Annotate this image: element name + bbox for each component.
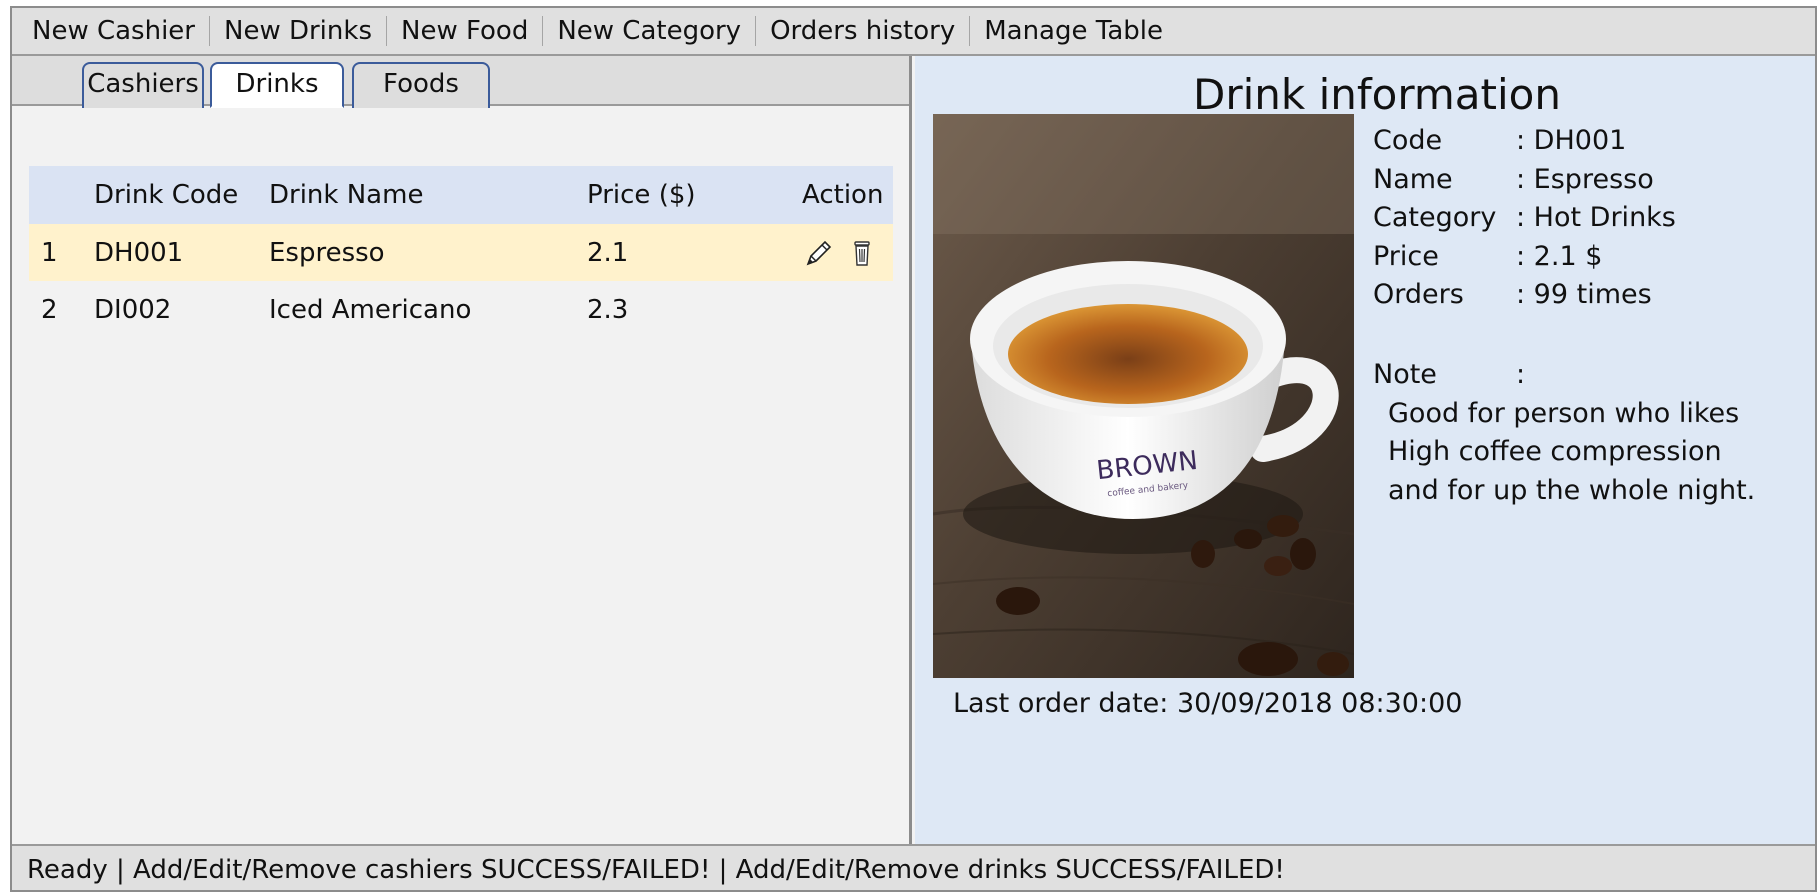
row-code: DI002 [94, 294, 172, 325]
field-label: Price [1373, 240, 1439, 272]
field-value: : DH001 [1516, 125, 1627, 156]
tab-foods[interactable]: Foods [352, 62, 490, 108]
app-window: New Cashier New Drinks New Food New Cate… [10, 6, 1817, 892]
field-value: : 99 times [1516, 279, 1652, 310]
menu-bar: New Cashier New Drinks New Food New Cate… [12, 8, 1815, 56]
field-label: Code [1373, 125, 1443, 156]
row-index: 1 [41, 237, 58, 268]
detail-panel: Drink information BROWN coffee and baker… [915, 56, 1815, 844]
note-separator: : [1516, 359, 1526, 390]
header-drink-name[interactable]: Drink Name [269, 166, 423, 224]
menu-new-drinks[interactable]: New Drinks [224, 16, 386, 46]
trash-icon[interactable] [847, 238, 877, 268]
row-price: 2.3 [587, 294, 629, 325]
row-code: DH001 [94, 237, 184, 268]
menu-orders-history[interactable]: Orders history [770, 16, 969, 46]
menu-new-category[interactable]: New Category [557, 16, 755, 46]
note-line: Good for person who likes [1388, 397, 1740, 429]
menu-new-cashier[interactable]: New Cashier [32, 16, 209, 46]
table-row[interactable]: 1 DH001 Espresso 2.1 [29, 224, 893, 281]
row-price: 2.1 [587, 237, 629, 268]
row-index: 2 [41, 294, 58, 325]
detail-title: Drink information [1193, 70, 1561, 119]
status-text: Ready | Add/Edit/Remove cashiers SUCCESS… [27, 855, 1285, 885]
header-action: Action [802, 180, 884, 210]
menu-manage-table[interactable]: Manage Table [984, 16, 1177, 46]
field-label: Name [1373, 163, 1453, 195]
header-drink-code[interactable]: Drink Code [94, 166, 238, 224]
tab-drinks[interactable]: Drinks [210, 62, 344, 108]
field-value: : Hot Drinks [1516, 202, 1676, 233]
field-label: Category [1373, 202, 1497, 233]
menu-separator [209, 16, 210, 46]
menu-new-food[interactable]: New Food [401, 16, 542, 46]
last-order-date: Last order date: 30/09/2018 08:30:00 [953, 688, 1463, 719]
note-line: High coffee compression [1388, 436, 1722, 467]
menu-separator [542, 16, 544, 46]
note-line: and for up the whole night. [1388, 474, 1756, 506]
menu-separator [969, 16, 971, 46]
field-label: Orders [1373, 279, 1464, 310]
menu-separator [755, 16, 757, 46]
table-header: Drink Code Drink Name Price ($) Action [29, 166, 893, 224]
field-value: : 2.1 $ [1516, 240, 1603, 272]
status-bar: Ready | Add/Edit/Remove cashiers SUCCESS… [12, 844, 1815, 890]
menu-separator [386, 16, 387, 46]
note-label: Note [1373, 359, 1437, 390]
drink-photo: BROWN coffee and bakery [933, 114, 1354, 678]
pencil-icon[interactable] [804, 238, 834, 268]
row-name: Iced Americano [269, 294, 472, 325]
note-text: Good for person who likes High coffee co… [1373, 395, 1755, 511]
table-row[interactable]: 2 DI002 Iced Americano 2.3 [29, 281, 893, 338]
list-panel: Cashiers Drinks Foods Drink Code Drink N… [12, 56, 912, 844]
row-name: Espresso [269, 237, 385, 268]
header-price[interactable]: Price ($) [587, 166, 696, 224]
drink-note: Note : Good for person who likes High co… [1373, 356, 1755, 510]
tab-bar: Cashiers Drinks Foods [12, 56, 909, 108]
field-value: : Espresso [1516, 163, 1654, 195]
tab-cashiers[interactable]: Cashiers [82, 62, 204, 108]
note-header: Note : [1373, 356, 1755, 395]
drinks-table: Drink Code Drink Name Price ($) Action 1… [29, 166, 893, 338]
